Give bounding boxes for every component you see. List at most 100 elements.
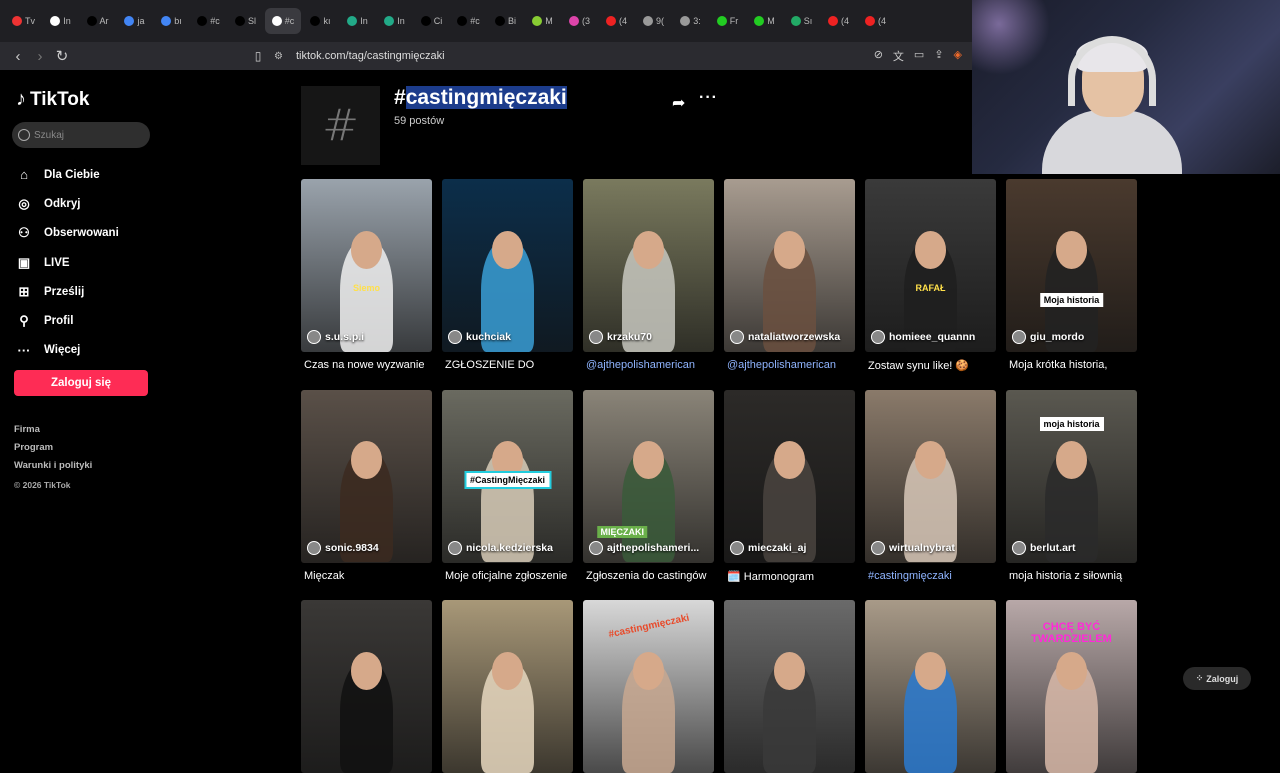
browser-tab[interactable]: Tv <box>6 8 41 34</box>
sidebar-item-4[interactable]: ⊞ Prześlij <box>16 277 119 306</box>
video-author[interactable]: sonic.9834 <box>307 540 379 555</box>
video-card[interactable]: wirtualnybrat #castingmięczaki <box>865 389 996 582</box>
footer-link-program[interactable]: Program <box>14 442 92 460</box>
browser-tab[interactable]: bı <box>154 8 189 34</box>
video-author[interactable]: nicola.kedzierska <box>448 540 553 555</box>
browser-tab[interactable]: #c <box>191 8 226 34</box>
video-thumbnail[interactable] <box>442 600 573 773</box>
browser-tab[interactable]: M <box>747 8 782 34</box>
browser-tab[interactable]: Sı <box>784 8 819 34</box>
video-author[interactable]: kuchciak <box>448 330 511 344</box>
sidebar-item-1[interactable]: ◎ Odkryj <box>16 189 119 218</box>
video-card[interactable]: Moja historia giu_mordo Moja krótka histor… <box>1006 179 1137 371</box>
reload-icon[interactable]: ↻ <box>52 46 72 66</box>
video-card[interactable]: CHCĘ BYĆ TWARDZIELEM <box>1006 600 1137 773</box>
sidebar-item-6[interactable]: ··· Więcej <box>16 336 119 365</box>
browser-tab[interactable]: In <box>377 8 412 34</box>
forward-icon[interactable]: › <box>30 46 50 66</box>
browser-tab[interactable]: M <box>525 8 560 34</box>
video-card[interactable]: sonic.9834 Mięczak <box>301 389 432 582</box>
sidebar-item-5[interactable]: ⚲ Profil <box>16 306 119 335</box>
browser-tab[interactable]: Ar <box>80 8 115 34</box>
video-thumbnail[interactable]: wirtualnybrat <box>865 389 996 563</box>
video-thumbnail[interactable]: RAFAŁ homieee_quannn <box>865 179 996 352</box>
sidebar-item-2[interactable]: ⚇ Obserwowani <box>16 219 119 248</box>
video-thumbnail[interactable] <box>865 600 996 773</box>
sidebar-item-3[interactable]: ▣ LIVE <box>16 248 119 277</box>
video-thumbnail[interactable] <box>301 600 432 773</box>
video-thumbnail[interactable]: Moja historia giu_mordo <box>1006 179 1137 352</box>
browser-tab[interactable]: kı <box>303 8 338 34</box>
video-card[interactable]: mieczaki_aj 🗓️ Harmonogram <box>724 389 855 583</box>
video-card[interactable]: nataliatworzewska @ajthepolishamerican <box>724 179 855 371</box>
video-author[interactable]: ajthepolishameri... <box>589 540 699 555</box>
tiktok-logo[interactable]: ♪ TikTok <box>16 88 89 111</box>
video-author[interactable]: wirtualnybrat <box>871 540 955 555</box>
browser-tab[interactable]: In <box>340 8 375 34</box>
tracking-icon[interactable]: ⊘ <box>874 48 883 64</box>
share-icon[interactable]: ➦ <box>672 93 685 113</box>
site-info-icon[interactable]: ⚙ <box>274 51 283 62</box>
browser-tab[interactable]: ja <box>117 8 152 34</box>
video-card[interactable]: Siemo s.u.s.p.i Czas na nowe wyzwanie <box>301 179 432 371</box>
video-card[interactable] <box>442 600 573 773</box>
url-text[interactable]: tiktok.com/tag/castingmięczaki <box>296 50 445 62</box>
browser-tab[interactable]: Ci <box>414 8 449 34</box>
browser-tab[interactable]: #c <box>265 8 301 34</box>
video-thumbnail[interactable]: Siemo s.u.s.p.i <box>301 179 432 352</box>
video-caption[interactable]: @ajthepolishamerican <box>724 359 855 371</box>
video-caption[interactable]: @ajthepolishamerican <box>583 359 714 371</box>
video-author[interactable]: giu_mordo <box>1012 330 1084 344</box>
browser-tab[interactable]: Fr <box>710 8 745 34</box>
video-thumbnail[interactable]: mieczaki_aj <box>724 389 855 563</box>
browser-tab[interactable]: 9( <box>636 8 671 34</box>
browser-tab[interactable]: (4 <box>821 8 856 34</box>
back-icon[interactable]: ‹ <box>8 46 28 66</box>
share-icon[interactable]: ⇪ <box>934 48 943 64</box>
video-card[interactable]: kuchciak ZGŁOSZENIE DO <box>442 179 573 371</box>
video-author[interactable]: homieee_quannn <box>871 330 975 344</box>
sidebar-item-0[interactable]: ⌂ Dla Ciebie <box>16 160 119 189</box>
address-bar[interactable]: ⚙ tiktok.com/tag/castingmięczaki ⊘ 文 ▭ ⇪… <box>246 45 966 67</box>
video-author[interactable]: nataliatworzewska <box>730 330 840 344</box>
video-caption[interactable]: #castingmięczaki <box>865 570 996 582</box>
video-card[interactable]: #castingmięczaki <box>583 600 714 773</box>
cast-icon[interactable]: ▭ <box>914 48 924 64</box>
search-box[interactable] <box>12 122 150 148</box>
video-author[interactable]: krzaku70 <box>589 330 652 344</box>
browser-tab[interactable]: In <box>43 8 78 34</box>
video-author[interactable]: berlut.art <box>1012 540 1076 555</box>
footer-link-firma[interactable]: Firma <box>14 424 92 442</box>
translate-icon[interactable]: 文 <box>893 48 904 64</box>
video-thumbnail[interactable]: sonic.9834 <box>301 389 432 563</box>
browser-tab[interactable]: 3: <box>673 8 708 34</box>
browser-tab[interactable]: Sl <box>228 8 263 34</box>
search-input[interactable] <box>34 129 144 141</box>
video-thumbnail[interactable] <box>724 600 855 773</box>
video-card[interactable]: RAFAŁ homieee_quannn Zostaw synu like! 🍪 <box>865 179 996 372</box>
login-button[interactable]: Zaloguj się <box>14 370 148 396</box>
video-thumbnail[interactable]: kuchciak <box>442 179 573 352</box>
brave-shield-icon[interactable]: ◈ <box>954 48 962 64</box>
video-card[interactable]: MIĘCZAKI ajthepolishameri... Zgłoszenia do… <box>583 389 714 582</box>
video-thumbnail[interactable]: moja historia berlut.art <box>1006 389 1137 563</box>
footer-link-terms[interactable]: Warunki i polityki <box>14 460 92 478</box>
video-card[interactable]: #CastingMięczaki nicola.kedzierska Moje of… <box>442 389 573 582</box>
video-card[interactable] <box>724 600 855 773</box>
video-thumbnail[interactable]: krzaku70 <box>583 179 714 352</box>
video-thumbnail[interactable]: nataliatworzewska <box>724 179 855 352</box>
more-options-icon[interactable]: ··· <box>699 89 718 107</box>
video-card[interactable]: krzaku70 @ajthepolishamerican <box>583 179 714 371</box>
browser-tab[interactable]: (4 <box>858 8 893 34</box>
video-author[interactable]: s.u.s.p.i <box>307 330 364 344</box>
video-author[interactable]: mieczaki_aj <box>730 540 806 555</box>
video-card[interactable] <box>865 600 996 773</box>
video-thumbnail[interactable]: #castingmięczaki <box>583 600 714 773</box>
browser-tab[interactable]: (3 <box>562 8 597 34</box>
video-thumbnail[interactable]: MIĘCZAKI ajthepolishameri... <box>583 389 714 563</box>
browser-tab[interactable]: (4 <box>599 8 634 34</box>
browser-tab[interactable]: #c <box>451 8 486 34</box>
video-card[interactable] <box>301 600 432 773</box>
video-card[interactable]: moja historia berlut.art moja historia z s… <box>1006 389 1137 582</box>
floating-login-button[interactable]: ⁘ Zaloguj <box>1183 667 1251 690</box>
